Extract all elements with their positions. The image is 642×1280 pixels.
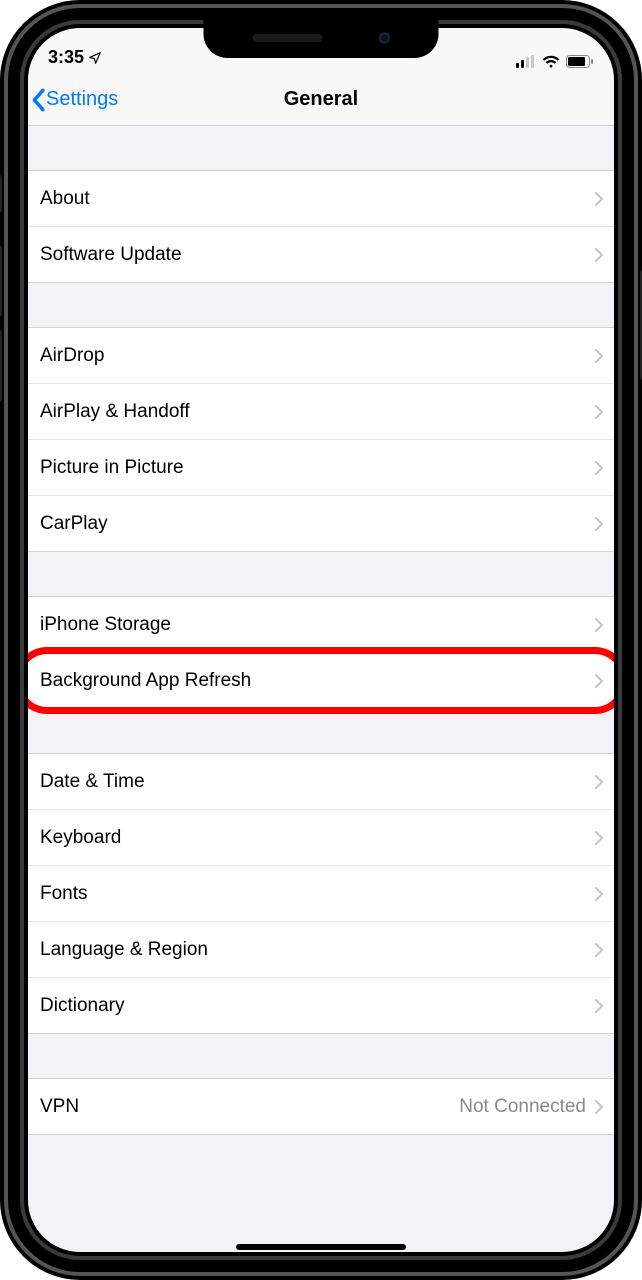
cell-keyboard[interactable]: Keyboard [20,810,622,866]
chevron-right-icon [594,516,604,532]
cell-carplay[interactable]: CarPlay [20,496,622,552]
cell-value: Not Connected [459,1096,586,1118]
status-left: 3:35 [48,47,102,68]
home-indicator[interactable] [236,1244,406,1250]
group-spacer [20,126,622,170]
chevron-right-icon [594,617,604,633]
volume-down-button [0,330,2,402]
settings-group: AirDrop AirPlay & Handoff Picture in Pictu… [20,327,622,552]
group-spacer [20,283,622,327]
chevron-right-icon [594,830,604,846]
cell-background-app-refresh[interactable]: Background App Refresh [20,653,622,709]
cell-label: Software Update [40,244,594,266]
group-spacer [20,552,622,596]
device-notch [204,18,439,58]
cell-label: AirPlay & Handoff [40,401,594,423]
settings-group: VPNNot Connected [20,1078,622,1135]
cell-label: Date & Time [40,771,594,793]
location-arrow-icon [88,51,102,65]
cell-label: Keyboard [40,827,594,849]
cell-dictionary[interactable]: Dictionary [20,978,622,1034]
cell-label: CarPlay [40,513,594,535]
cell-label: Picture in Picture [40,457,594,479]
speaker [252,34,322,42]
cell-airdrop[interactable]: AirDrop [20,328,622,384]
cell-vpn[interactable]: VPNNot Connected [20,1079,622,1135]
chevron-right-icon [594,191,604,207]
cell-label: VPN [40,1096,459,1118]
settings-group: Date & Time Keyboard Fonts Language & Regio… [20,753,622,1034]
settings-list[interactable]: About Software Update AirDrop AirPlay & Han… [20,126,622,1135]
cell-label: Background App Refresh [40,670,594,692]
group-spacer [20,709,622,753]
chevron-right-icon [594,1099,604,1115]
cell-airplay-handoff[interactable]: AirPlay & Handoff [20,384,622,440]
volume-up-button [0,245,2,317]
settings-group: About Software Update [20,170,622,283]
cell-label: About [40,188,594,210]
cell-label: Dictionary [40,995,594,1017]
chevron-right-icon [594,886,604,902]
back-label: Settings [46,88,118,111]
cell-label: AirDrop [40,345,594,367]
screen: 3:35 [20,20,622,1260]
chevron-right-icon [594,348,604,364]
cell-about[interactable]: About [20,171,622,227]
nav-bar: Settings General [20,74,622,126]
cell-label: Language & Region [40,939,594,961]
cell-label: Fonts [40,883,594,905]
chevron-right-icon [594,247,604,263]
chevron-right-icon [594,673,604,689]
chevron-right-icon [594,942,604,958]
cell-fonts[interactable]: Fonts [20,866,622,922]
cell-software-update[interactable]: Software Update [20,227,622,283]
front-camera [378,32,390,44]
chevron-right-icon [594,998,604,1014]
status-time: 3:35 [48,47,84,68]
back-button[interactable]: Settings [30,88,118,112]
chevron-right-icon [594,460,604,476]
chevron-left-icon [30,88,46,112]
cell-date-time[interactable]: Date & Time [20,754,622,810]
wifi-icon [542,55,560,68]
cell-label: iPhone Storage [40,614,594,636]
settings-group: iPhone Storage Background App Refresh [20,596,622,709]
cellular-signal-icon [516,55,536,68]
status-right [516,55,594,68]
mute-switch [0,175,2,213]
chevron-right-icon [594,774,604,790]
group-spacer [20,1034,622,1078]
chevron-right-icon [594,404,604,420]
cell-language-region[interactable]: Language & Region [20,922,622,978]
battery-icon [566,55,594,68]
cell-iphone-storage[interactable]: iPhone Storage [20,597,622,653]
cell-picture-in-picture[interactable]: Picture in Picture [20,440,622,496]
